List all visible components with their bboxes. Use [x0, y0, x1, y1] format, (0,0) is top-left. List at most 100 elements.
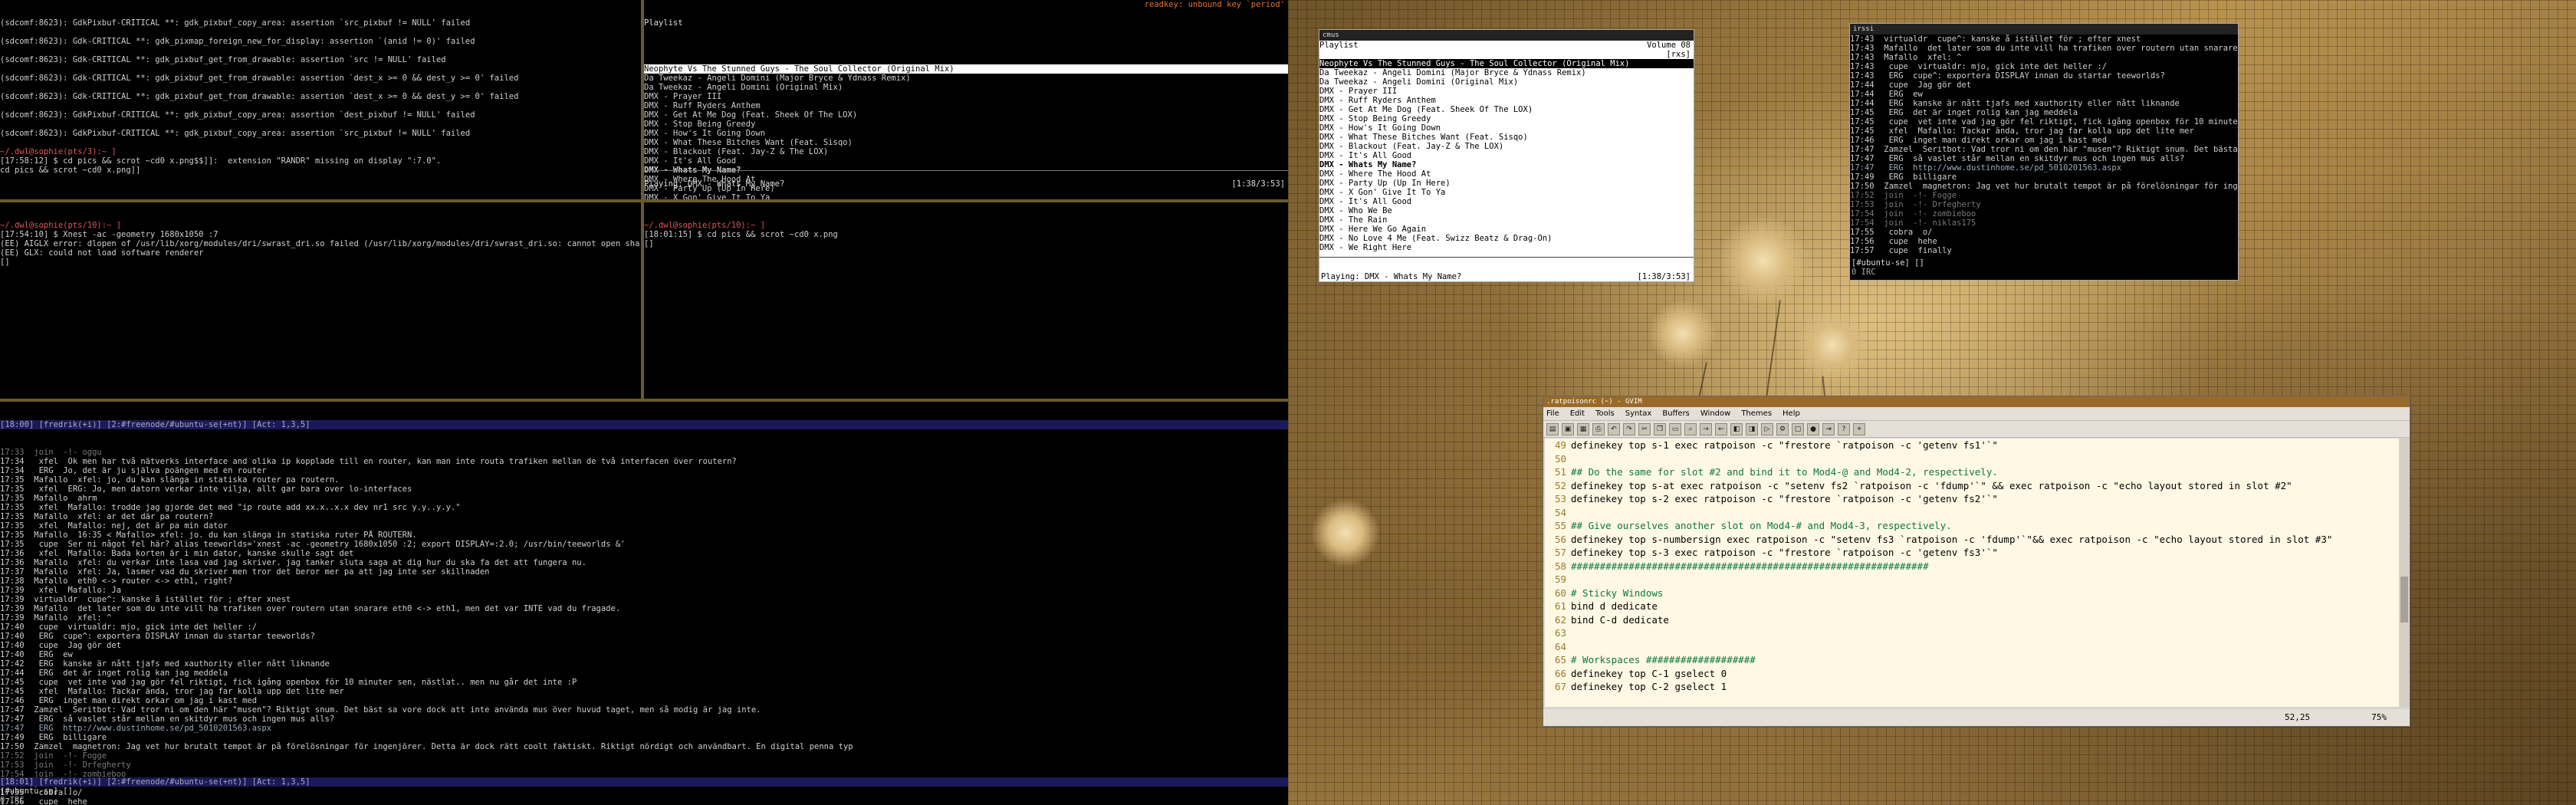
window-titlebar[interactable]: .ratpoisonrc (~) - GVIM — [1543, 396, 2410, 407]
help-icon[interactable]: ? — [1838, 423, 1850, 435]
gvim-window[interactable]: .ratpoisonrc (~) - GVIM File Edit Tools Syn… — [1543, 396, 2410, 727]
playlist-item: Da Tweekaz - Angeli Domini (Original Mix… — [644, 83, 843, 92]
playlist-item: DMX - It's All Good — [644, 156, 737, 166]
irc-message: 17:53 join -!- Drfegherty — [0, 761, 131, 770]
menu-file[interactable]: File — [1546, 409, 1559, 418]
jump-tag-icon[interactable]: ⇥ — [1822, 423, 1835, 435]
terminal-line: ~/.dwl@sophie(pts/10):~ ] — [0, 221, 122, 230]
irssi-window[interactable]: irssi 17:43 virtualdr cupe^: kanske å is… — [1849, 23, 2239, 281]
irc-message: 17:37 Mafallo xfel: Ja, lasmer vad du sk… — [0, 567, 490, 577]
terminal-line: [] — [644, 239, 654, 248]
line-number: 65 — [1554, 654, 1566, 665]
find-help-icon[interactable]: ⌖ — [1853, 423, 1865, 435]
scrollbar[interactable] — [2400, 439, 2409, 707]
make-icon[interactable]: ⚙ — [1776, 423, 1789, 435]
irc-message-list: 17:43 virtualdr cupe^: kanske å istället… — [1850, 34, 2238, 255]
irc-message: 17:45 ERG det är inget rolig kan jag med… — [1850, 108, 2078, 117]
terminal-scrot[interactable]: ~/.dwl@sophie(pts/10):~ ] [18:01:15] $ cd… — [644, 202, 1288, 399]
playlist-item: DMX - Blackout (Feat. Jay-Z & The LOX) — [644, 147, 829, 156]
irc-message: 17:57 cupe finally — [1850, 246, 1952, 255]
line-text: bind d dedicate — [1571, 600, 1658, 612]
terminal-line: ~/.dwl@sophie(pts/10):~ ] — [644, 221, 766, 230]
print-icon[interactable]: ⎙ — [1592, 423, 1605, 435]
find-prev-icon[interactable]: ← — [1715, 423, 1727, 435]
track-time: [1:38/3:53] — [1231, 179, 1285, 189]
undo-icon[interactable]: ↶ — [1608, 423, 1620, 435]
open-icon[interactable]: ▤ — [1546, 423, 1559, 435]
scrollbar-thumb[interactable] — [2400, 577, 2408, 623]
editor-buffer[interactable]: 49 definekey top s-1 exec ratpoison -c "f… — [1545, 439, 2399, 707]
line-number: 67 — [1554, 681, 1566, 692]
playlist-item: DMX - Whats My Name? — [1319, 160, 1417, 169]
divider — [1319, 257, 1694, 258]
irc-input[interactable]: [#ubuntu-se] [] — [0, 787, 73, 796]
menu-window[interactable]: Window — [1700, 409, 1730, 418]
ctags-icon[interactable]: ● — [1807, 423, 1819, 435]
playlist-item: DMX - Who We Be — [1319, 206, 1392, 215]
load-session-icon[interactable]: ◧ — [1730, 423, 1743, 435]
window-titlebar[interactable]: irssi — [1850, 24, 2238, 34]
menu-bar[interactable]: File Edit Tools Syntax Buffers Window Themes He… — [1543, 407, 2410, 421]
run-script-icon[interactable]: ▷ — [1761, 423, 1773, 435]
irc-message: 17:35 xfel ERG: Jo, men datorn verkar in… — [0, 485, 412, 494]
irc-message: 17:45 xfel Mafallo: Tackar ända, tror ja… — [1850, 127, 2194, 136]
playlist-item: Neophyte Vs The Stunned Guys - The Soul … — [644, 64, 1288, 74]
window-titlebar[interactable]: cmus — [1319, 30, 1694, 41]
line-text: ## Do the same for slot #2 and bind it t… — [1571, 466, 1998, 478]
save-all-icon[interactable]: ▦ — [1577, 423, 1589, 435]
playlist-item: DMX - The Rain — [1319, 215, 1388, 225]
irc-message: 17:47 Zamzel Seritbot: Vad tror ni om de… — [1850, 145, 2238, 154]
irc-message: 17:46 ERG inget man direkt orkar om jag … — [1850, 136, 2108, 145]
paste-icon[interactable]: ▭ — [1669, 423, 1681, 435]
track-time: [1:38/3:53] — [1637, 272, 1691, 281]
menu-syntax[interactable]: Syntax — [1625, 409, 1652, 418]
menu-buffers[interactable]: Buffers — [1662, 409, 1690, 418]
line-number: 62 — [1554, 613, 1566, 626]
playlist-item: Da Tweekaz - Angeli Domini (Major Bryce … — [1319, 68, 1586, 77]
editor-line: 49 definekey top s-1 exec ratpoison -c "f… — [1545, 439, 2399, 452]
line-number: 58 — [1554, 560, 1566, 572]
save-icon[interactable]: ▣ — [1562, 423, 1574, 435]
terminal-line: (sdcomf:8623): Gdk-CRITICAL **: gdk_pixb… — [0, 92, 519, 101]
editor-line: 57 definekey top s-3 exec ratpoison -c "f… — [1545, 546, 2399, 560]
find-replace-icon[interactable]: ⌕ — [1684, 423, 1697, 435]
editor-line: 62 bind C-d dedicate — [1545, 613, 2399, 627]
terminal-xnest[interactable]: ~/.dwl@sophie(pts/10):~ ] [17:54:10] $ Xn… — [0, 202, 641, 399]
save-session-icon[interactable]: ◨ — [1746, 423, 1758, 435]
toolbar: ▤ ▣ ▦ ⎙ ↶ ↷ ✂ ❐ ▭ ⌕ → ← ◧ ◨ ▷ ⚙ ▢ ● ⇥ ? … — [1543, 421, 2410, 438]
terminal-irc[interactable]: [18:00] [fredrik(+i)] [2:#freenode/#ubun… — [0, 402, 1288, 805]
editor-line: 56 definekey top s-numbersign exec ratpoi… — [1545, 533, 2399, 547]
irc-message: 17:43 cupe virtualdr: mjo, gick inte det… — [1850, 62, 2108, 71]
terminal-line: (sdcomf:8623): Gdk-CRITICAL **: gdk_pixb… — [0, 55, 446, 64]
playlist-item: DMX - How's It Going Down — [1319, 123, 1441, 133]
irc-topic: [18:00] [fredrik(+i)] [2:#freenode/#ubun… — [0, 420, 1288, 429]
terminal-gdk-errors[interactable]: (sdcomf:8623): GdkPixbuf-CRITICAL **: gd… — [0, 0, 641, 199]
irc-message: 17:49 ERG billigare — [1850, 172, 1957, 182]
copy-icon[interactable]: ❐ — [1654, 423, 1666, 435]
editor-line: 54 — [1545, 506, 2399, 520]
cmus-window[interactable]: cmus Playlist Volume 08 [rxs] Neophyte V… — [1319, 29, 1694, 282]
playlist-list[interactable]: Neophyte Vs The Stunned Guys - The Soul … — [1319, 59, 1694, 252]
redo-icon[interactable]: ↷ — [1623, 423, 1635, 435]
cut-icon[interactable]: ✂ — [1638, 423, 1651, 435]
menu-tools[interactable]: Tools — [1595, 409, 1615, 418]
irc-message: 17:44 ERG kanske är nått tjafs med xauth… — [1850, 99, 2180, 108]
line-number: 63 — [1554, 627, 1566, 639]
irc-message: 17:44 ERG det är inget rolig kan jag med… — [0, 669, 228, 678]
irc-message: 17:35 Mafallo xfel: ar det där pa router… — [0, 512, 214, 521]
editor-line: 58 ######################################… — [1545, 560, 2399, 573]
find-next-icon[interactable]: → — [1700, 423, 1712, 435]
line-number: 50 — [1554, 452, 1566, 465]
menu-themes[interactable]: Themes — [1741, 409, 1772, 418]
menu-edit[interactable]: Edit — [1570, 409, 1585, 418]
line-text: definekey top s-2 exec ratpoison -c "fre… — [1571, 493, 1998, 504]
shell-icon[interactable]: ▢ — [1792, 423, 1804, 435]
line-text: ########################################… — [1571, 560, 1929, 572]
terminal-playlist[interactable]: Playlist readkey: unbound key `period' N… — [644, 0, 1288, 199]
irc-message: 17:52 join -!- Fogge — [1850, 191, 1957, 200]
terminal-line: cd pics && scrot ~cd0 x.png]] — [0, 166, 141, 175]
menu-help[interactable]: Help — [1783, 409, 1800, 418]
playlist-item: DMX - Get At Me Dog (Feat. Sheek Of The … — [1319, 105, 1533, 114]
irc-input[interactable]: [#ubuntu-se] [] — [1852, 258, 1924, 268]
